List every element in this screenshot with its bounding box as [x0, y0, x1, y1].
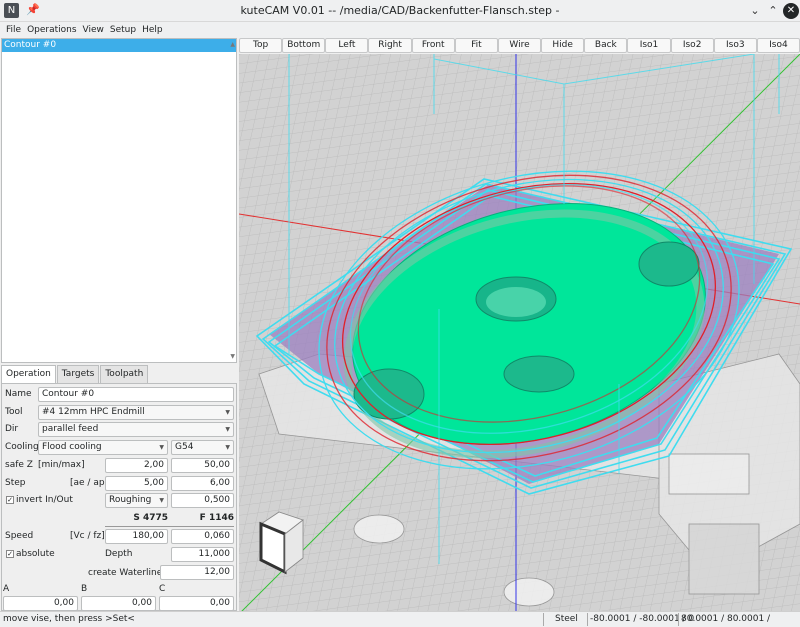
absolute-label: absolute: [16, 549, 55, 559]
speed-fz-field[interactable]: 0,060: [171, 529, 234, 544]
view-iso1-button[interactable]: Iso1: [627, 38, 671, 53]
invert-checkbox[interactable]: ✓: [6, 496, 14, 504]
divider: [587, 613, 588, 626]
property-tabs: Operation Targets Toolpath: [1, 365, 149, 383]
name-label: Name: [5, 389, 32, 399]
step-label: Step: [5, 478, 26, 488]
dir-select-value: parallel feed: [42, 424, 99, 434]
view-right-button[interactable]: Right: [368, 38, 412, 53]
view-iso3-button[interactable]: Iso3: [713, 38, 757, 53]
name-field[interactable]: Contour #0: [38, 387, 234, 402]
view-hide-button[interactable]: Hide: [541, 38, 585, 53]
wcs-select[interactable]: G54 ▼: [171, 440, 234, 455]
axis-a-label: A: [3, 584, 10, 594]
axis-c-label: C: [159, 584, 166, 594]
roughing-select-value: Roughing: [109, 495, 152, 505]
status-bar: move vise, then press >Set< Steel -80.00…: [0, 611, 800, 627]
safez-max-field[interactable]: 50,00: [171, 458, 234, 473]
scroll-down-icon[interactable]: ▼: [230, 353, 235, 360]
maximize-icon[interactable]: ⌃: [765, 3, 781, 19]
close-icon[interactable]: ✕: [783, 3, 799, 19]
spindle-speed-value: S 4775: [133, 513, 168, 523]
3d-viewport[interactable]: [239, 54, 800, 611]
depth-label: Depth: [105, 549, 133, 559]
chevron-down-icon: ▼: [225, 409, 230, 416]
speed-label: Speed: [5, 531, 34, 541]
step-ae-field[interactable]: 5,00: [105, 476, 168, 491]
waterline-field[interactable]: 12,00: [160, 565, 234, 580]
divider: [543, 613, 544, 626]
status-message: move vise, then press >Set<: [3, 614, 135, 624]
cooling-select[interactable]: Flood cooling ▼: [38, 440, 168, 455]
tab-operation[interactable]: Operation: [1, 365, 56, 383]
dir-select[interactable]: parallel feed ▼: [38, 422, 234, 437]
tool-select-value: #4 12mm HPC Endmill: [42, 407, 145, 417]
divider: [105, 526, 234, 527]
minimize-icon[interactable]: ⌄: [747, 3, 763, 19]
scroll-up-icon[interactable]: ▲: [230, 41, 235, 48]
chevron-down-icon: ▼: [159, 444, 164, 451]
menu-file[interactable]: File: [3, 22, 24, 38]
step-ap-field[interactable]: 6,00: [171, 476, 234, 491]
speed-hint: [Vc / fz]: [70, 531, 105, 541]
view-iso2-button[interactable]: Iso2: [670, 38, 714, 53]
view-iso4-button[interactable]: Iso4: [756, 38, 800, 53]
notch-right: [638, 241, 700, 287]
view-left-button[interactable]: Left: [325, 38, 369, 53]
tree-item-contour[interactable]: Contour #0: [2, 39, 236, 52]
coords-max: 80.0001 / 80.0001 / 20.0001: [681, 614, 771, 624]
tool-label: Tool: [5, 407, 23, 417]
invert-label: invert In/Out: [16, 495, 73, 505]
axis-b-label: B: [81, 584, 88, 594]
menu-operations[interactable]: Operations: [24, 22, 79, 38]
operation-tree[interactable]: Contour #0 ▲ ▼: [1, 38, 237, 363]
axis-b-field[interactable]: 0,00: [81, 596, 156, 611]
chevron-down-icon: ▼: [225, 426, 230, 433]
chevron-down-icon: ▼: [159, 497, 164, 504]
view-fit-button[interactable]: Fit: [454, 38, 498, 53]
roughing-select[interactable]: Roughing ▼: [105, 493, 168, 508]
roughing-amount-field[interactable]: 0,500: [171, 493, 234, 508]
scene-svg: [239, 54, 800, 611]
view-front-button[interactable]: Front: [411, 38, 455, 53]
cooling-label: Cooling: [5, 442, 39, 452]
tab-targets[interactable]: Targets: [56, 365, 100, 383]
chevron-down-icon: ▼: [225, 444, 230, 451]
window-title: kuteCAM V0.01 -- /media/CAD/Backenfutter…: [240, 4, 560, 17]
title-bar: N 📌 kuteCAM V0.01 -- /media/CAD/Backenfu…: [0, 0, 800, 22]
divider: [678, 613, 679, 626]
notch-bottom: [503, 355, 575, 393]
operation-form: Name Contour #0 Tool #4 12mm HPC Endmill…: [1, 383, 237, 611]
menu-setup[interactable]: Setup: [107, 22, 139, 38]
axis-c-field[interactable]: 0,00: [159, 596, 234, 611]
speed-vc-field[interactable]: 180,00: [105, 529, 168, 544]
menu-view[interactable]: View: [80, 22, 107, 38]
view-wire-button[interactable]: Wire: [497, 38, 542, 53]
tool-select[interactable]: #4 12mm HPC Endmill ▼: [38, 405, 234, 420]
tab-toolpath[interactable]: Toolpath: [100, 365, 149, 383]
center-bore-inner: [486, 287, 546, 317]
menu-help[interactable]: Help: [139, 22, 166, 38]
view-cube[interactable]: [259, 511, 304, 575]
wcs-select-value: G54: [175, 442, 194, 452]
feed-rate-value: F 1146: [199, 513, 234, 523]
absolute-checkbox[interactable]: ✓: [6, 550, 14, 558]
material-label: Steel: [555, 614, 578, 624]
safez-hint: [min/max]: [38, 460, 85, 470]
cooling-select-value: Flood cooling: [42, 442, 102, 452]
step-hint: [ae / ap]: [70, 478, 109, 488]
depth-field[interactable]: 11,000: [171, 547, 234, 562]
safez-label: safe Z: [5, 460, 33, 470]
view-back-button[interactable]: Back: [584, 38, 628, 53]
safez-min-field[interactable]: 2,00: [105, 458, 168, 473]
axis-a-field[interactable]: 0,00: [3, 596, 78, 611]
view-toolbar: Top Bottom Left Right Front Fit Wire Hid…: [239, 38, 800, 53]
menu-bar: File Operations View Setup Help: [0, 22, 800, 38]
dir-label: Dir: [5, 424, 19, 434]
view-top-button[interactable]: Top: [239, 38, 283, 53]
view-bottom-button[interactable]: Bottom: [282, 38, 326, 53]
waterline-label: create Waterline: [88, 568, 163, 578]
